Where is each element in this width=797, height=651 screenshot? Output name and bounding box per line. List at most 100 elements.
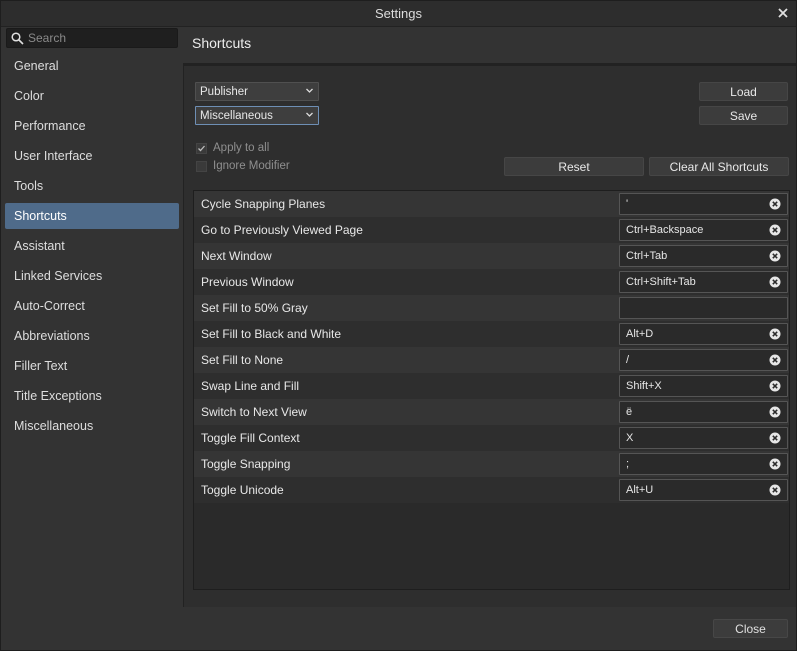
shortcut-name: Toggle Snapping bbox=[201, 457, 291, 471]
load-button[interactable]: Load bbox=[699, 82, 788, 101]
shortcut-key-field[interactable]: Alt+D bbox=[619, 323, 788, 345]
clear-shortcut-icon[interactable] bbox=[769, 224, 781, 236]
chevron-down-icon bbox=[306, 112, 313, 117]
shortcut-name: Go to Previously Viewed Page bbox=[201, 223, 363, 237]
shortcut-name: Toggle Fill Context bbox=[201, 431, 300, 445]
clear-shortcut-icon[interactable] bbox=[769, 380, 781, 392]
close-button[interactable]: Close bbox=[713, 619, 788, 638]
shortcut-list: Cycle Snapping Planes ' Go to Previously… bbox=[193, 190, 790, 590]
clear-shortcut-icon[interactable] bbox=[769, 484, 781, 496]
shortcut-key-field[interactable]: Ctrl+Shift+Tab bbox=[619, 271, 788, 293]
sidebar-item-assistant[interactable]: Assistant bbox=[5, 233, 179, 259]
shortcut-key-value: / bbox=[626, 354, 630, 366]
save-button[interactable]: Save bbox=[699, 106, 788, 125]
sidebar-item-performance[interactable]: Performance bbox=[5, 113, 179, 139]
sidebar-item-auto-correct[interactable]: Auto-Correct bbox=[5, 293, 179, 319]
shortcut-key-value: Ctrl+Backspace bbox=[626, 224, 704, 236]
shortcut-key-value: Shift+X bbox=[626, 380, 662, 392]
shortcut-row: Go to Previously Viewed Page Ctrl+Backsp… bbox=[194, 217, 789, 243]
shortcut-key-field[interactable]: Alt+U bbox=[619, 479, 788, 501]
sidebar-item-user-interface[interactable]: User Interface bbox=[5, 143, 179, 169]
shortcut-key-value: ' bbox=[626, 198, 629, 210]
clear-shortcut-icon[interactable] bbox=[769, 198, 781, 210]
shortcut-name: Cycle Snapping Planes bbox=[201, 197, 326, 211]
shortcut-row: Swap Line and Fill Shift+X bbox=[194, 373, 789, 399]
search-icon bbox=[11, 31, 24, 45]
app-select-value: Publisher bbox=[200, 85, 248, 98]
shortcut-key-value: Alt+U bbox=[626, 484, 654, 496]
shortcut-key-value: Ctrl+Shift+Tab bbox=[626, 276, 696, 288]
search-box[interactable] bbox=[6, 28, 178, 48]
category-select-value: Miscellaneous bbox=[200, 109, 273, 122]
clear-shortcut-icon[interactable] bbox=[769, 406, 781, 418]
shortcut-key-field[interactable]: ; bbox=[619, 453, 788, 475]
category-select[interactable]: Miscellaneous bbox=[195, 106, 319, 125]
ignore-modifier-label: Ignore Modifier bbox=[213, 160, 290, 172]
shortcut-name: Set Fill to 50% Gray bbox=[201, 301, 308, 315]
window-close-button[interactable] bbox=[774, 4, 792, 22]
clear-shortcut-icon[interactable] bbox=[769, 328, 781, 340]
clear-shortcut-icon[interactable] bbox=[769, 458, 781, 470]
shortcut-key-field[interactable]: ' bbox=[619, 193, 788, 215]
ignore-modifier-checkbox[interactable] bbox=[196, 160, 207, 172]
app-select[interactable]: Publisher bbox=[195, 82, 319, 101]
shortcut-key-value: Ctrl+Tab bbox=[626, 250, 668, 262]
shortcut-row: Set Fill to None / bbox=[194, 347, 789, 373]
shortcut-name: Toggle Unicode bbox=[201, 483, 284, 497]
title-bar: Settings bbox=[1, 1, 796, 27]
shortcut-row: Next Window Ctrl+Tab bbox=[194, 243, 789, 269]
shortcut-key-field[interactable]: / bbox=[619, 349, 788, 371]
shortcut-name: Next Window bbox=[201, 249, 272, 263]
sidebar-item-general[interactable]: General bbox=[5, 53, 179, 79]
sidebar-item-filler-text[interactable]: Filler Text bbox=[5, 353, 179, 379]
shortcut-key-field[interactable]: Ctrl+Backspace bbox=[619, 219, 788, 241]
shortcut-name: Previous Window bbox=[201, 275, 294, 289]
shortcut-name: Swap Line and Fill bbox=[201, 379, 300, 393]
shortcut-row: Switch to Next View ë bbox=[194, 399, 789, 425]
window-title: Settings bbox=[375, 6, 422, 21]
apply-to-all-option[interactable]: Apply to all bbox=[196, 142, 269, 154]
shortcut-row: Toggle Unicode Alt+U bbox=[194, 477, 789, 503]
shortcut-row: Cycle Snapping Planes ' bbox=[194, 191, 789, 217]
shortcut-key-field[interactable]: ë bbox=[619, 401, 788, 423]
sidebar-item-color[interactable]: Color bbox=[5, 83, 179, 109]
clear-shortcut-icon[interactable] bbox=[769, 250, 781, 262]
sidebar-item-linked-services[interactable]: Linked Services bbox=[5, 263, 179, 289]
sidebar-item-tools[interactable]: Tools bbox=[5, 173, 179, 199]
clear-shortcut-icon[interactable] bbox=[769, 276, 781, 288]
sidebar-item-miscellaneous[interactable]: Miscellaneous bbox=[5, 413, 179, 439]
apply-to-all-checkbox[interactable] bbox=[196, 142, 207, 154]
clear-shortcut-icon[interactable] bbox=[769, 432, 781, 444]
reset-button[interactable]: Reset bbox=[504, 157, 644, 176]
sidebar-nav: General Color Performance User Interface… bbox=[5, 53, 179, 443]
shortcut-row: Toggle Snapping ; bbox=[194, 451, 789, 477]
close-icon bbox=[778, 8, 788, 18]
shortcut-key-value: X bbox=[626, 432, 634, 444]
sidebar: General Color Performance User Interface… bbox=[1, 27, 183, 650]
page-title: Shortcuts bbox=[192, 35, 252, 51]
shortcut-key-field[interactable]: Ctrl+Tab bbox=[619, 245, 788, 267]
shortcut-row: Set Fill to Black and White Alt+D bbox=[194, 321, 789, 347]
search-input[interactable] bbox=[28, 31, 168, 45]
clear-shortcut-icon[interactable] bbox=[769, 354, 781, 366]
shortcut-key-field[interactable]: Shift+X bbox=[619, 375, 788, 397]
shortcut-name: Set Fill to Black and White bbox=[201, 327, 342, 341]
clear-all-shortcuts-button[interactable]: Clear All Shortcuts bbox=[649, 157, 789, 176]
shortcut-key-value: ë bbox=[626, 406, 633, 418]
shortcut-key-field[interactable] bbox=[619, 297, 788, 319]
sidebar-item-title-exceptions[interactable]: Title Exceptions bbox=[5, 383, 179, 409]
settings-window: Settings General Color Performance User … bbox=[0, 0, 797, 651]
ignore-modifier-option[interactable]: Ignore Modifier bbox=[196, 160, 290, 172]
shortcut-name: Set Fill to None bbox=[201, 353, 284, 367]
shortcut-row: Previous Window Ctrl+Shift+Tab bbox=[194, 269, 789, 295]
checkmark-icon bbox=[198, 145, 205, 151]
shortcut-name: Switch to Next View bbox=[201, 405, 307, 419]
sidebar-item-abbreviations[interactable]: Abbreviations bbox=[5, 323, 179, 349]
shortcut-row: Toggle Fill Context X bbox=[194, 425, 789, 451]
shortcut-key-value: Alt+D bbox=[626, 328, 654, 340]
shortcut-key-value: ; bbox=[626, 458, 630, 470]
chevron-down-icon bbox=[306, 88, 313, 93]
shortcut-row: Set Fill to 50% Gray bbox=[194, 295, 789, 321]
shortcut-key-field[interactable]: X bbox=[619, 427, 788, 449]
sidebar-item-shortcuts[interactable]: Shortcuts bbox=[5, 203, 179, 229]
